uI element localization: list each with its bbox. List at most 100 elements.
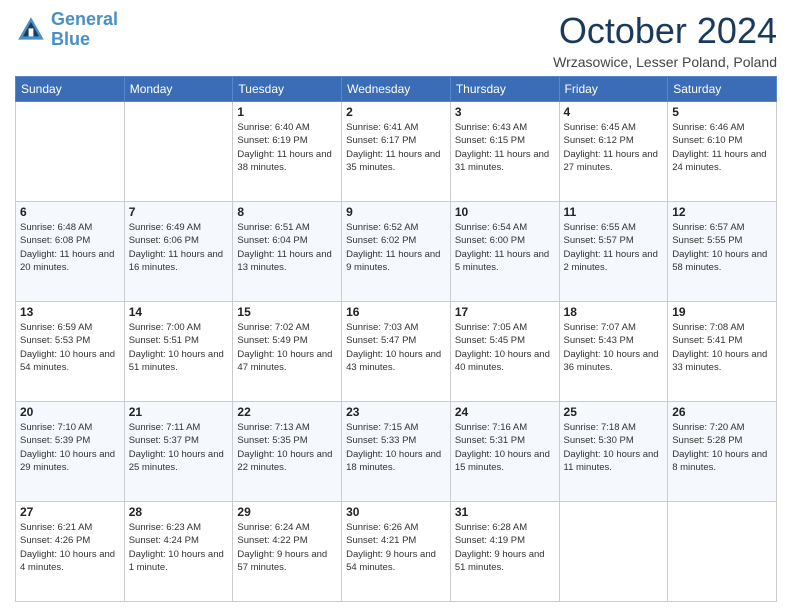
calendar-week-row: 27 Sunrise: 6:21 AM Sunset: 4:26 PM Dayli… — [16, 502, 777, 602]
table-row: 1 Sunrise: 6:40 AM Sunset: 6:19 PM Daylig… — [233, 102, 342, 202]
col-monday: Monday — [124, 77, 233, 102]
header: General Blue October 2024 Wrzasowice, Le… — [15, 10, 777, 70]
table-row: 6 Sunrise: 6:48 AM Sunset: 6:08 PM Daylig… — [16, 202, 125, 302]
day-details: Sunrise: 7:05 AM Sunset: 5:45 PM Dayligh… — [455, 321, 555, 374]
day-details: Sunrise: 7:00 AM Sunset: 5:51 PM Dayligh… — [129, 321, 229, 374]
day-number: 6 — [20, 205, 120, 219]
day-details: Sunrise: 7:10 AM Sunset: 5:39 PM Dayligh… — [20, 421, 120, 474]
day-details: Sunrise: 7:16 AM Sunset: 5:31 PM Dayligh… — [455, 421, 555, 474]
day-details: Sunrise: 6:52 AM Sunset: 6:02 PM Dayligh… — [346, 221, 446, 274]
day-number: 17 — [455, 305, 555, 319]
table-row: 15 Sunrise: 7:02 AM Sunset: 5:49 PM Dayli… — [233, 302, 342, 402]
day-details: Sunrise: 6:55 AM Sunset: 5:57 PM Dayligh… — [564, 221, 664, 274]
day-number: 18 — [564, 305, 664, 319]
table-row: 4 Sunrise: 6:45 AM Sunset: 6:12 PM Daylig… — [559, 102, 668, 202]
col-friday: Friday — [559, 77, 668, 102]
location: Wrzasowice, Lesser Poland, Poland — [553, 54, 777, 70]
col-saturday: Saturday — [668, 77, 777, 102]
col-sunday: Sunday — [16, 77, 125, 102]
calendar-week-row: 13 Sunrise: 6:59 AM Sunset: 5:53 PM Dayli… — [16, 302, 777, 402]
day-number: 9 — [346, 205, 446, 219]
day-details: Sunrise: 7:18 AM Sunset: 5:30 PM Dayligh… — [564, 421, 664, 474]
month-title: October 2024 — [553, 10, 777, 52]
day-details: Sunrise: 6:24 AM Sunset: 4:22 PM Dayligh… — [237, 521, 337, 574]
day-details: Sunrise: 7:11 AM Sunset: 5:37 PM Dayligh… — [129, 421, 229, 474]
day-details: Sunrise: 6:48 AM Sunset: 6:08 PM Dayligh… — [20, 221, 120, 274]
day-details: Sunrise: 7:03 AM Sunset: 5:47 PM Dayligh… — [346, 321, 446, 374]
table-row: 9 Sunrise: 6:52 AM Sunset: 6:02 PM Daylig… — [342, 202, 451, 302]
table-row: 30Sunrise: 6:26 AM Sunset: 4:21 PM Dayli… — [342, 502, 451, 602]
calendar-header-row: Sunday Monday Tuesday Wednesday Thursday… — [16, 77, 777, 102]
title-block: October 2024 Wrzasowice, Lesser Poland, … — [553, 10, 777, 70]
day-number: 21 — [129, 405, 229, 419]
table-row: 11Sunrise: 6:55 AM Sunset: 5:57 PM Dayli… — [559, 202, 668, 302]
table-row: 16 Sunrise: 7:03 AM Sunset: 5:47 PM Dayli… — [342, 302, 451, 402]
day-details: Sunrise: 6:57 AM Sunset: 5:55 PM Dayligh… — [672, 221, 772, 274]
logo-text: General Blue — [51, 10, 118, 50]
day-details: Sunrise: 6:41 AM Sunset: 6:17 PM Dayligh… — [346, 121, 446, 174]
day-number: 10 — [455, 205, 555, 219]
day-number: 24 — [455, 405, 555, 419]
day-number: 2 — [346, 105, 446, 119]
table-row: 19Sunrise: 7:08 AM Sunset: 5:41 PM Dayli… — [668, 302, 777, 402]
day-number: 8 — [237, 205, 337, 219]
table-row: 21 Sunrise: 7:11 AM Sunset: 5:37 PM Dayli… — [124, 402, 233, 502]
table-row: 23Sunrise: 7:15 AM Sunset: 5:33 PM Dayli… — [342, 402, 451, 502]
day-number: 27 — [20, 505, 120, 519]
day-number: 16 — [346, 305, 446, 319]
day-number: 1 — [237, 105, 337, 119]
table-row: 7Sunrise: 6:49 AM Sunset: 6:06 PM Daylig… — [124, 202, 233, 302]
day-number: 12 — [672, 205, 772, 219]
table-row: 24 Sunrise: 7:16 AM Sunset: 5:31 PM Dayli… — [450, 402, 559, 502]
day-number: 3 — [455, 105, 555, 119]
day-details: Sunrise: 6:54 AM Sunset: 6:00 PM Dayligh… — [455, 221, 555, 274]
calendar-table: Sunday Monday Tuesday Wednesday Thursday… — [15, 76, 777, 602]
table-row — [124, 102, 233, 202]
day-number: 28 — [129, 505, 229, 519]
day-details: Sunrise: 6:45 AM Sunset: 6:12 PM Dayligh… — [564, 121, 664, 174]
day-number: 30 — [346, 505, 446, 519]
logo: General Blue — [15, 10, 118, 50]
day-number: 22 — [237, 405, 337, 419]
day-number: 4 — [564, 105, 664, 119]
day-number: 5 — [672, 105, 772, 119]
day-number: 15 — [237, 305, 337, 319]
day-details: Sunrise: 6:59 AM Sunset: 5:53 PM Dayligh… — [20, 321, 120, 374]
page: General Blue October 2024 Wrzasowice, Le… — [0, 0, 792, 612]
day-details: Sunrise: 6:51 AM Sunset: 6:04 PM Dayligh… — [237, 221, 337, 274]
table-row: 26 Sunrise: 7:20 AM Sunset: 5:28 PM Dayli… — [668, 402, 777, 502]
day-number: 14 — [129, 305, 229, 319]
day-details: Sunrise: 6:49 AM Sunset: 6:06 PM Dayligh… — [129, 221, 229, 274]
table-row: 5 Sunrise: 6:46 AM Sunset: 6:10 PM Daylig… — [668, 102, 777, 202]
table-row — [16, 102, 125, 202]
table-row: 18 Sunrise: 7:07 AM Sunset: 5:43 PM Dayli… — [559, 302, 668, 402]
day-details: Sunrise: 7:02 AM Sunset: 5:49 PM Dayligh… — [237, 321, 337, 374]
day-number: 31 — [455, 505, 555, 519]
day-details: Sunrise: 6:21 AM Sunset: 4:26 PM Dayligh… — [20, 521, 120, 574]
table-row: 14 Sunrise: 7:00 AM Sunset: 5:51 PM Dayli… — [124, 302, 233, 402]
table-row: 10 Sunrise: 6:54 AM Sunset: 6:00 PM Dayli… — [450, 202, 559, 302]
table-row — [559, 502, 668, 602]
day-details: Sunrise: 7:20 AM Sunset: 5:28 PM Dayligh… — [672, 421, 772, 474]
day-details: Sunrise: 7:08 AM Sunset: 5:41 PM Dayligh… — [672, 321, 772, 374]
col-tuesday: Tuesday — [233, 77, 342, 102]
day-details: Sunrise: 6:40 AM Sunset: 6:19 PM Dayligh… — [237, 121, 337, 174]
calendar-week-row: 20 Sunrise: 7:10 AM Sunset: 5:39 PM Dayli… — [16, 402, 777, 502]
calendar-week-row: 6 Sunrise: 6:48 AM Sunset: 6:08 PM Daylig… — [16, 202, 777, 302]
day-details: Sunrise: 7:07 AM Sunset: 5:43 PM Dayligh… — [564, 321, 664, 374]
table-row: 13 Sunrise: 6:59 AM Sunset: 5:53 PM Dayli… — [16, 302, 125, 402]
day-details: Sunrise: 6:46 AM Sunset: 6:10 PM Dayligh… — [672, 121, 772, 174]
day-details: Sunrise: 7:15 AM Sunset: 5:33 PM Dayligh… — [346, 421, 446, 474]
day-number: 13 — [20, 305, 120, 319]
table-row: 8 Sunrise: 6:51 AM Sunset: 6:04 PM Daylig… — [233, 202, 342, 302]
table-row: 17 Sunrise: 7:05 AM Sunset: 5:45 PM Dayli… — [450, 302, 559, 402]
table-row: 28Sunrise: 6:23 AM Sunset: 4:24 PM Dayli… — [124, 502, 233, 602]
logo-icon — [15, 14, 47, 46]
day-details: Sunrise: 6:43 AM Sunset: 6:15 PM Dayligh… — [455, 121, 555, 174]
table-row: 20 Sunrise: 7:10 AM Sunset: 5:39 PM Dayli… — [16, 402, 125, 502]
day-number: 26 — [672, 405, 772, 419]
table-row: 31Sunrise: 6:28 AM Sunset: 4:19 PM Dayli… — [450, 502, 559, 602]
day-details: Sunrise: 7:13 AM Sunset: 5:35 PM Dayligh… — [237, 421, 337, 474]
table-row: 12 Sunrise: 6:57 AM Sunset: 5:55 PM Dayli… — [668, 202, 777, 302]
day-number: 20 — [20, 405, 120, 419]
